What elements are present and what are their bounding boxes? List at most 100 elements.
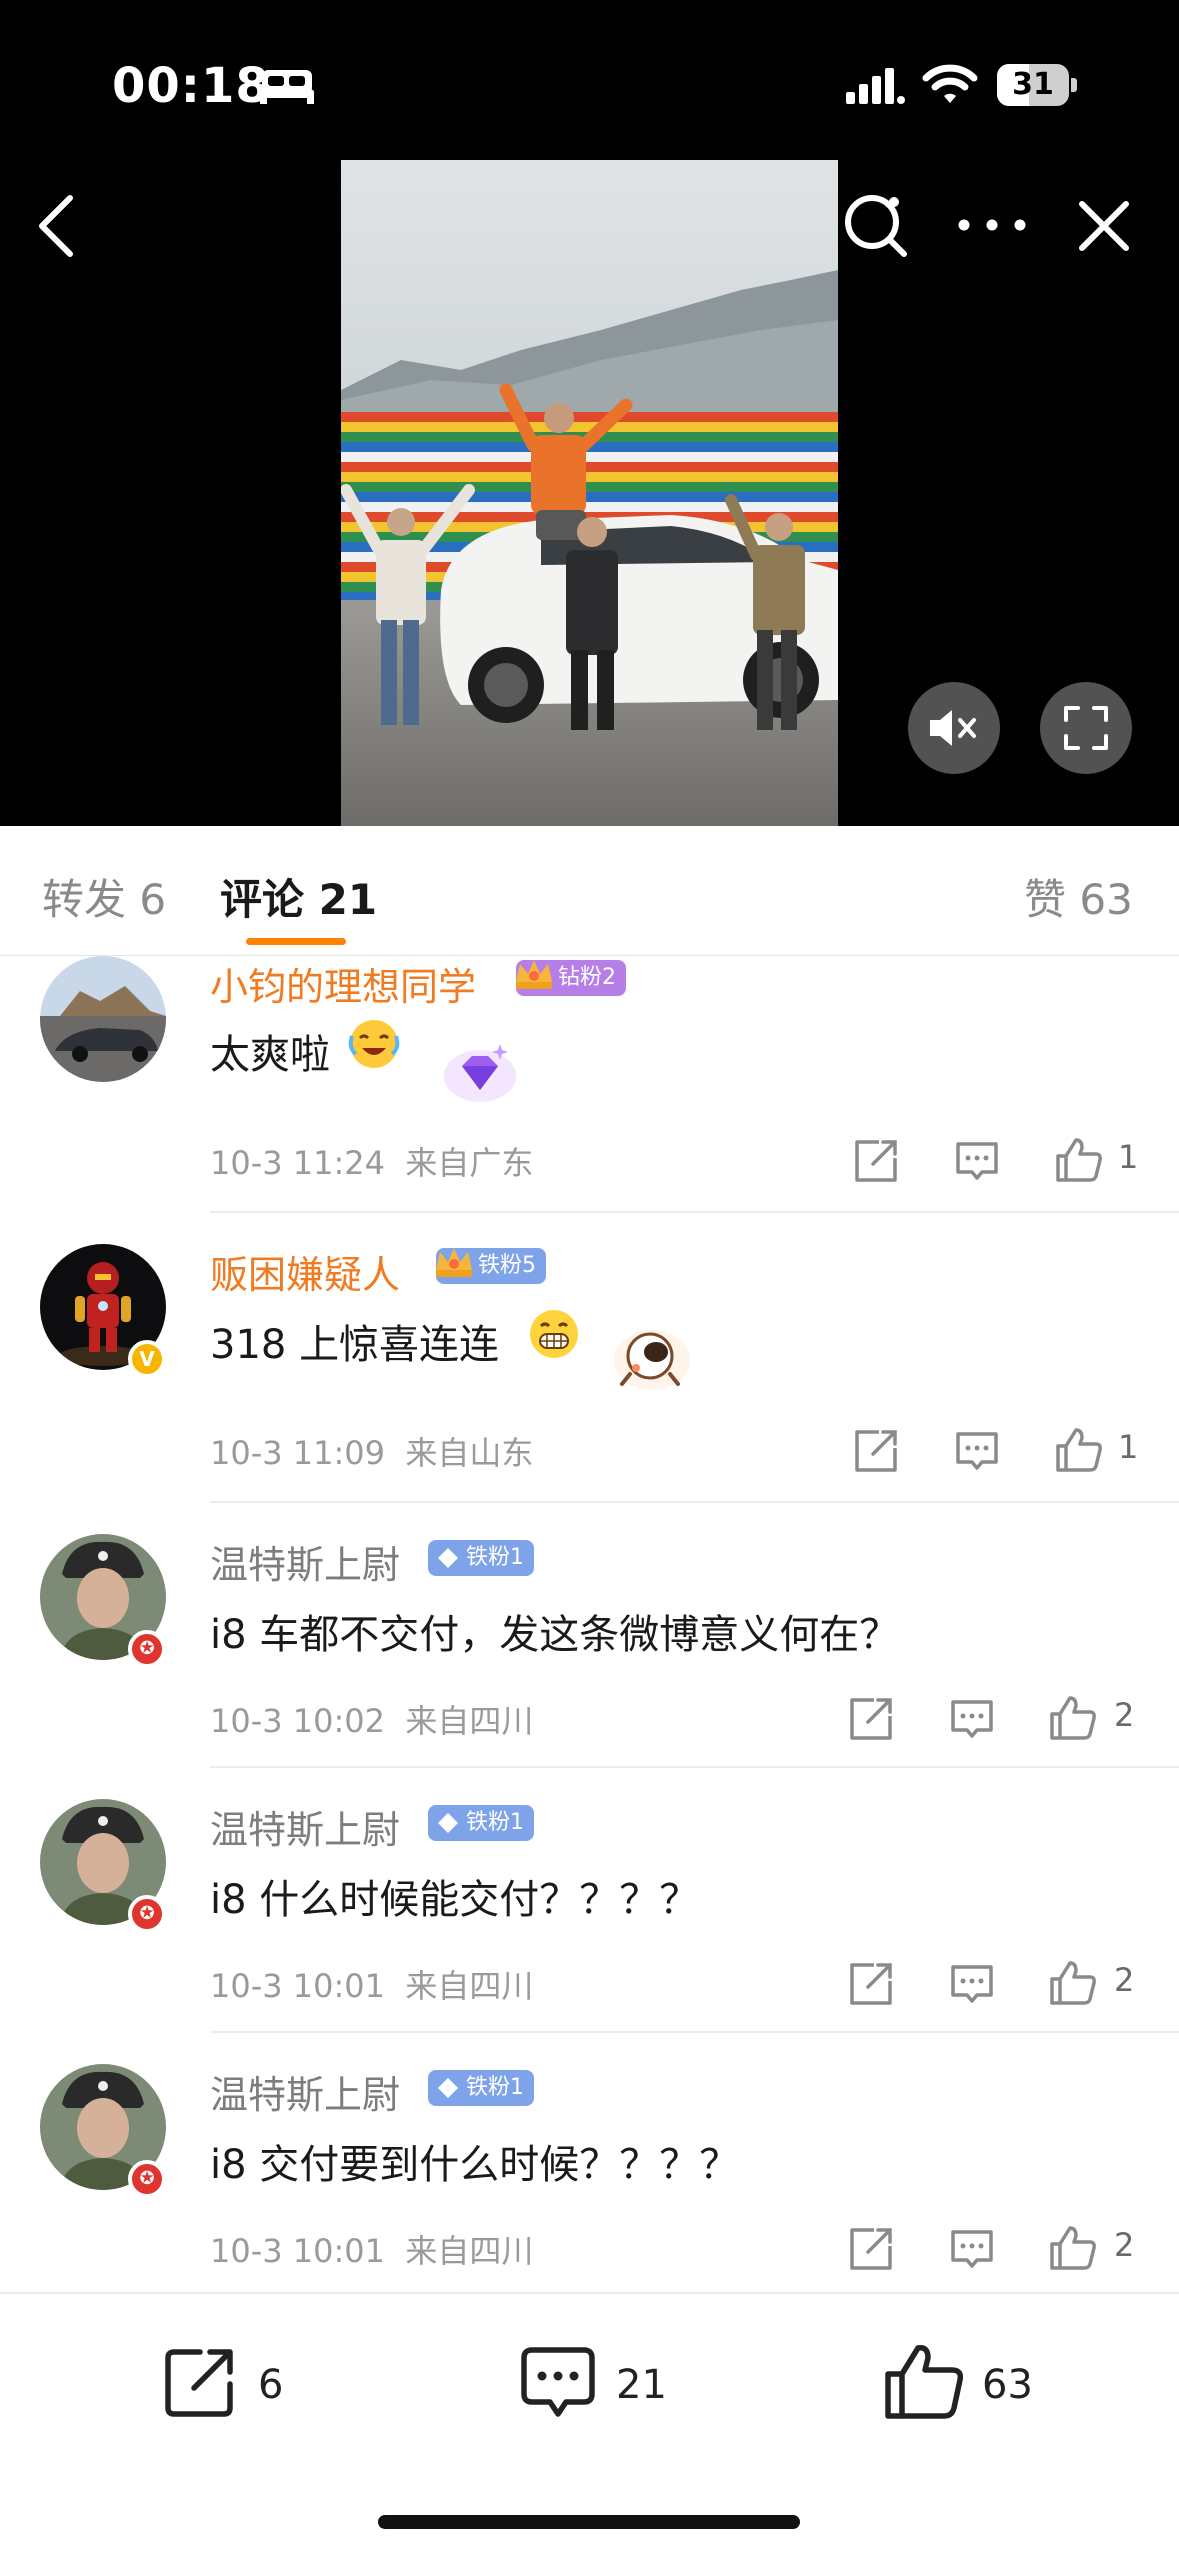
comment-meta: 10-3 11:24 来自广东 (210, 1138, 533, 1184)
tab-likes[interactable]: 赞 63 (1024, 866, 1133, 927)
video-player[interactable] (341, 160, 838, 826)
avatar[interactable] (40, 956, 166, 1082)
comment-text: 太爽啦 (210, 1032, 330, 1078)
comment-location: 来自山东 (405, 1434, 534, 1472)
fullscreen-button[interactable] (1040, 682, 1132, 774)
fan-badge: 钻粉2 (516, 960, 626, 996)
reply-icon[interactable] (954, 1140, 1000, 1184)
crown-icon (516, 960, 552, 989)
comment-meta: 10-3 10:01 来自四川 (210, 1961, 533, 2007)
thumbs-up-icon (885, 2344, 964, 2419)
comment-text: i8 交付要到什么时候？？？？ (210, 2142, 740, 2188)
repost-button[interactable]: 6 (160, 2340, 310, 2430)
tab-reposts[interactable]: 转发 6 (42, 866, 166, 927)
reply-icon[interactable] (949, 1698, 995, 1742)
commenter-name[interactable]: 温特斯上尉 (210, 1799, 400, 1854)
wifi-icon (922, 64, 978, 103)
commenter-name[interactable]: 小钧的理想同学 (210, 956, 476, 1011)
repost-count: 6 (258, 2362, 284, 2408)
like-count: 63 (982, 2362, 1033, 2408)
user-badge: ✪ (128, 1895, 166, 1933)
home-indicator[interactable] (378, 2515, 800, 2529)
share-icon (165, 2349, 233, 2417)
repost-comment-icon[interactable] (853, 1428, 899, 1474)
comment-item: V 贩困嫌疑人 铁粉5 318 上惊喜连连 10-3 11:09 来自山东 1 (0, 1212, 1179, 1503)
repost-comment-icon[interactable] (853, 1138, 899, 1184)
comment-time: 10-3 11:09 (210, 1434, 386, 1472)
diamond-icon (438, 1813, 458, 1833)
fan-badge: 铁粉5 (436, 1248, 546, 1284)
diamond-sticker-icon (444, 1044, 516, 1102)
interaction-tabs: 转发 6 评论 21 赞 63 (0, 826, 1179, 956)
reply-icon[interactable] (949, 1963, 995, 2007)
fan-badge: 铁粉1 (428, 1805, 534, 1841)
comment-item: ✪ 温特斯上尉 铁粉1 i8 什么时候能交付？？？？ 10-3 10:01 来自… (0, 1767, 1179, 2033)
user-badge: ✪ (128, 2160, 166, 2198)
mute-button[interactable] (908, 682, 1000, 774)
repost-comment-icon[interactable] (848, 1961, 894, 2007)
comment-item: ✪ 温特斯上尉 铁粉1 i8 交付要到什么时候？？？？ 10-3 10:01 来… (0, 2032, 1179, 2292)
comment-item: ✪ 温特斯上尉 铁粉1 i8 车都不交付，发这条微博意义何在？ 10-3 10:… (0, 1502, 1179, 1768)
verified-badge: V (128, 1340, 166, 1378)
comment-icon (521, 2347, 595, 2417)
fan-badge-label: 铁粉1 (466, 1810, 524, 1835)
cellular-signal-icon (846, 68, 905, 104)
more-icon[interactable] (952, 200, 1032, 250)
reply-icon[interactable] (954, 1430, 1000, 1474)
comment-like-count: 1 (1118, 1428, 1139, 1466)
repost-comment-icon[interactable] (848, 1696, 894, 1742)
comment-like-count: 2 (1114, 2226, 1135, 2264)
comment-like-count: 2 (1114, 1696, 1135, 1734)
active-tab-indicator (246, 938, 346, 945)
sleep-focus-icon (260, 70, 314, 104)
comment-location: 来自四川 (405, 1967, 534, 2005)
astronaut-sticker-icon (614, 1330, 690, 1390)
commenter-name[interactable]: 温特斯上尉 (210, 1534, 400, 1589)
comment-button[interactable]: 21 (518, 2340, 688, 2430)
comment-item: 小钧的理想同学 钻粉2 太爽啦 10-3 11:24 来自广东 1 (0, 956, 1179, 1213)
like-icon[interactable] (1048, 1694, 1098, 1742)
comment-count: 21 (616, 2362, 667, 2408)
commenter-name[interactable]: 温特斯上尉 (210, 2064, 400, 2119)
commenter-name[interactable]: 贩困嫌疑人 (210, 1244, 400, 1299)
fan-badge: 铁粉1 (428, 1540, 534, 1576)
comment-location: 来自广东 (405, 1144, 534, 1182)
comment-text: i8 什么时候能交付？？？？ (210, 1877, 700, 1923)
comment-like-count: 2 (1114, 1961, 1135, 1999)
comment-time: 10-3 11:24 (210, 1144, 386, 1182)
media-header: 00:18 31 (0, 0, 1179, 826)
battery-indicator: 31 (997, 64, 1077, 106)
close-icon[interactable] (1074, 196, 1134, 256)
repost-comment-icon[interactable] (848, 2226, 894, 2272)
diamond-icon (438, 2078, 458, 2098)
comment-location: 来自四川 (405, 1702, 534, 1740)
reply-icon[interactable] (949, 2228, 995, 2272)
battery-level: 31 (1012, 67, 1054, 102)
like-icon[interactable] (1048, 1959, 1098, 2007)
mute-icon (930, 710, 976, 746)
user-badge: ✪ (128, 1630, 166, 1668)
comment-time: 10-3 10:01 (210, 1967, 386, 2005)
laughing-emoji-icon (348, 1020, 400, 1068)
back-icon[interactable] (30, 190, 82, 262)
tab-comments[interactable]: 评论 21 (220, 866, 377, 927)
fan-badge: 铁粉1 (428, 2070, 534, 2106)
fan-badge-label: 钻粉2 (558, 965, 616, 990)
fullscreen-icon (1064, 706, 1108, 750)
comment-location: 来自四川 (405, 2232, 534, 2270)
like-icon[interactable] (1054, 1136, 1104, 1184)
comment-text: 318 上惊喜连连 (210, 1322, 500, 1368)
fan-badge-label: 铁粉1 (466, 2075, 524, 2100)
comment-text: i8 车都不交付，发这条微博意义何在？ (210, 1612, 900, 1658)
comment-time: 10-3 10:02 (210, 1702, 386, 1740)
crown-icon (436, 1248, 472, 1277)
search-icon[interactable] (842, 190, 912, 260)
fan-badge-label: 铁粉5 (478, 1253, 536, 1278)
diamond-icon (438, 1548, 458, 1568)
comment-meta: 10-3 10:01 来自四川 (210, 2226, 533, 2272)
like-icon[interactable] (1048, 2224, 1098, 2272)
like-icon[interactable] (1054, 1426, 1104, 1474)
status-bar: 00:18 31 (0, 0, 1179, 150)
like-button[interactable]: 63 (882, 2340, 1062, 2430)
fan-badge-label: 铁粉1 (466, 1545, 524, 1570)
